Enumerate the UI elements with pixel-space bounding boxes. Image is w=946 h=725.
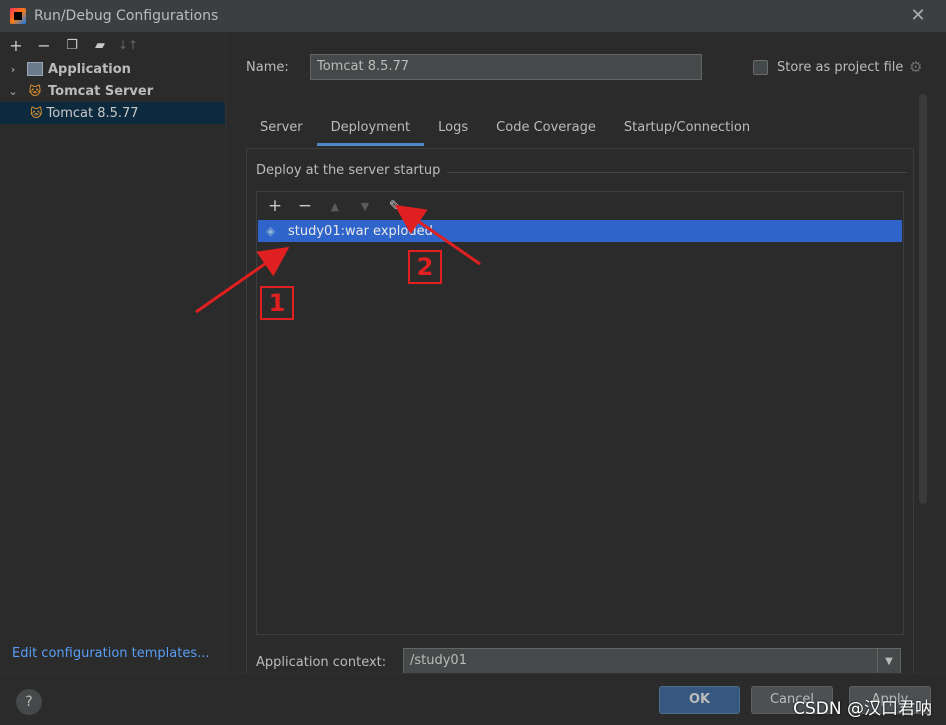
edit-icon[interactable]: ✎ [383, 195, 407, 217]
store-as-project-label: Store as project file [777, 60, 904, 75]
remove-icon[interactable]: − [293, 195, 317, 217]
chevron-right-icon[interactable]: › [6, 63, 20, 76]
help-button[interactable]: ? [16, 689, 42, 715]
vertical-scrollbar[interactable] [919, 94, 927, 504]
tab-code-coverage[interactable]: Code Coverage [482, 114, 610, 146]
add-icon[interactable]: + [6, 35, 26, 55]
add-icon[interactable]: + [263, 195, 287, 217]
annotation-label-1: 1 [260, 286, 294, 320]
close-icon[interactable]: ✕ [908, 6, 928, 26]
store-as-project-checkbox[interactable] [753, 60, 768, 75]
tab-deployment[interactable]: Deployment [316, 114, 425, 146]
name-field[interactable]: Tomcat 8.5.77 [310, 54, 702, 80]
section-divider [447, 172, 907, 173]
application-context-label: Application context: [256, 655, 387, 670]
tree-item-tomcat-server[interactable]: ⌄ 🐱 Tomcat Server [0, 80, 225, 102]
window-title: Run/Debug Configurations [34, 8, 219, 24]
intellij-logo-icon [10, 8, 26, 24]
ok-button[interactable]: OK [659, 686, 740, 714]
tree-item-application[interactable]: › Application [0, 58, 225, 80]
copy-icon[interactable]: ❐ [62, 35, 82, 55]
annotation-label-2: 2 [408, 250, 442, 284]
sort-icon[interactable]: ↓↑ [118, 35, 138, 55]
artifact-icon: ◈ [266, 224, 276, 238]
application-icon [27, 62, 43, 76]
artifact-label: study01:war exploded [288, 223, 433, 239]
configurations-sidebar: + − ❐ ▰ ↓↑ › Application ⌄ 🐱 Tomcat Serv… [0, 32, 226, 673]
list-item[interactable]: ◈ study01:war exploded [258, 220, 902, 242]
tab-startup-connection[interactable]: Startup/Connection [610, 114, 764, 146]
move-down-icon[interactable]: ▼ [353, 195, 377, 217]
tomcat-icon: 🐱 [30, 106, 43, 120]
tab-bar: Server Deployment Logs Code Coverage Sta… [246, 114, 764, 146]
move-up-icon[interactable]: ▲ [323, 195, 347, 217]
tomcat-icon: 🐱 [28, 84, 42, 98]
section-title: Deploy at the server startup [256, 163, 441, 178]
title-bar: Run/Debug Configurations ✕ [0, 0, 946, 32]
tree-item-label: Tomcat Server [48, 83, 154, 99]
remove-icon[interactable]: − [34, 35, 54, 55]
gear-icon[interactable]: ⚙ [909, 58, 922, 76]
folder-icon[interactable]: ▰ [90, 35, 110, 55]
edit-templates-link[interactable]: Edit configuration templates... [12, 646, 210, 661]
deployment-panel: Deploy at the server startup + − ▲ ▼ ✎ ◈… [246, 148, 914, 678]
sidebar-toolbar: + − ❐ ▰ ↓↑ [0, 32, 225, 58]
configuration-editor: Name: Tomcat 8.5.77 Store as project fil… [227, 32, 946, 678]
deployment-toolbar: + − ▲ ▼ ✎ [257, 192, 903, 220]
deployment-list: + − ▲ ▼ ✎ ◈ study01:war exploded [256, 191, 904, 635]
tab-logs[interactable]: Logs [424, 114, 482, 146]
dialog-footer: ? OK Cancel Apply CSDN @汉口君呐 [0, 673, 946, 725]
tree-item-label: Application [48, 61, 131, 77]
name-label: Name: [246, 60, 289, 75]
chevron-down-icon[interactable]: ▼ [877, 648, 901, 674]
watermark: CSDN @汉口君呐 [793, 699, 932, 719]
tab-server[interactable]: Server [246, 114, 317, 146]
tree-item-label: Tomcat 8.5.77 [46, 105, 139, 121]
chevron-down-icon[interactable]: ⌄ [6, 85, 20, 98]
tree-item-tomcat-config[interactable]: 🐱 Tomcat 8.5.77 [0, 102, 225, 124]
application-context-field[interactable]: /study01 [403, 648, 879, 674]
